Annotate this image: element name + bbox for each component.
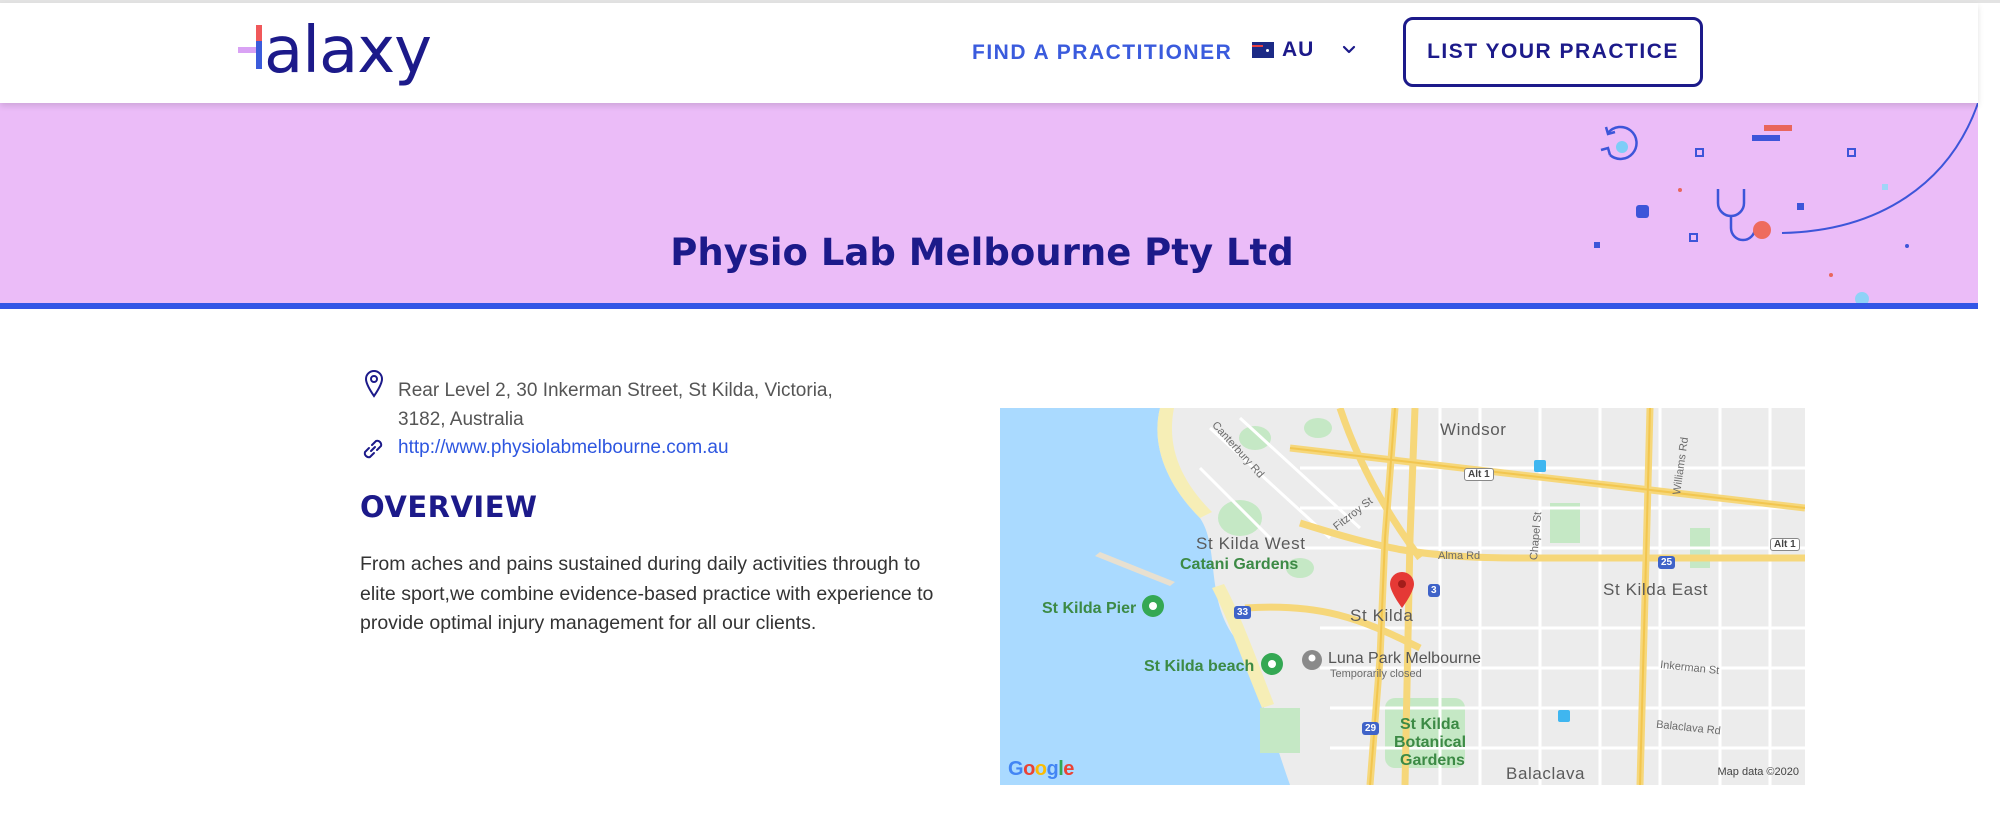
- map-label-balaclava: Balaclava: [1506, 764, 1586, 783]
- google-letter-g2: g: [1046, 758, 1059, 780]
- logo-plus-bar: [238, 47, 256, 53]
- address-row: Rear Level 2, 30 Inkerman Street, St Kil…: [360, 368, 960, 430]
- map-label-windsor: Windsor: [1440, 420, 1507, 439]
- map-label-st-kilda: St Kilda: [1350, 606, 1414, 625]
- map-label-catani-gardens: Catani Gardens: [1180, 556, 1299, 573]
- logo-text: alaxy: [264, 14, 432, 88]
- practice-website-link[interactable]: http://www.physiolabmelbourne.com.au: [398, 437, 729, 459]
- map-label-st-kilda-pier: St Kilda Pier: [1042, 600, 1137, 617]
- practice-banner: Physio Lab Melbourne Pty Ltd: [0, 103, 1978, 309]
- practice-details: Rear Level 2, 30 Inkerman Street, St Kil…: [360, 368, 960, 639]
- practice-title: Physio Lab Melbourne Pty Ltd: [670, 231, 1294, 274]
- map-label-botanical-3: Gardens: [1400, 752, 1465, 769]
- map-label-st-kilda-east: St Kilda East: [1603, 580, 1709, 599]
- website-row: http://www.physiolabmelbourne.com.au: [360, 430, 960, 470]
- practice-location-map[interactable]: Windsor St Kilda West Catani Gardens St …: [1000, 408, 1805, 785]
- practice-address: Rear Level 2, 30 Inkerman Street, St Kil…: [398, 376, 918, 434]
- map-label-st-kilda-west: St Kilda West: [1196, 534, 1306, 553]
- google-letter-o1: o: [1023, 758, 1035, 780]
- google-logo[interactable]: Google: [1008, 758, 1074, 781]
- link-icon: [363, 439, 383, 459]
- map-attribution[interactable]: Map data ©2020: [1718, 766, 1800, 778]
- google-letter-g: G: [1008, 758, 1024, 780]
- site-header: alaxy FIND A PRACTITIONER AU LIST YOUR P…: [0, 3, 1978, 103]
- map-route-3: 3: [1428, 584, 1440, 597]
- map-label-luna-park-note: Temporarily closed: [1330, 668, 1422, 680]
- australia-flag-icon: [1252, 42, 1274, 58]
- locale-selector[interactable]: AU: [1252, 38, 1356, 62]
- find-practitioner-link[interactable]: FIND A PRACTITIONER: [972, 41, 1232, 65]
- overview-text: From aches and pains sustained during da…: [360, 553, 934, 634]
- list-your-practice-button[interactable]: LIST YOUR PRACTICE: [1403, 17, 1703, 87]
- location-pin-icon: [364, 370, 384, 398]
- map-label-luna-park: Luna Park Melbourne: [1328, 650, 1481, 667]
- google-letter-e: e: [1063, 758, 1074, 780]
- locale-code: AU: [1282, 38, 1315, 61]
- map-label-st-kilda-beach: St Kilda beach: [1144, 658, 1255, 675]
- halaxy-logo[interactable]: alaxy: [236, 14, 452, 88]
- map-label-botanical-1: St Kilda: [1400, 716, 1460, 733]
- google-letter-o2: o: [1034, 758, 1047, 780]
- map-route-33: 33: [1234, 606, 1252, 619]
- map-label-botanical-2: Botanical: [1394, 734, 1467, 751]
- map-route-alt1-b: Alt 1: [1770, 538, 1800, 551]
- address-line-1: Rear Level 2, 30 Inkerman Street, St Kil…: [398, 380, 833, 401]
- map-route-25: 25: [1658, 556, 1676, 569]
- overview-heading: OVERVIEW: [360, 490, 538, 524]
- map-route-29: 29: [1362, 722, 1380, 735]
- logo-plus-accent: [256, 25, 262, 41]
- chevron-down-icon: [1343, 45, 1356, 54]
- map-route-alt1-a: Alt 1: [1464, 468, 1494, 481]
- map-label-alma-rd: Alma Rd: [1438, 550, 1481, 562]
